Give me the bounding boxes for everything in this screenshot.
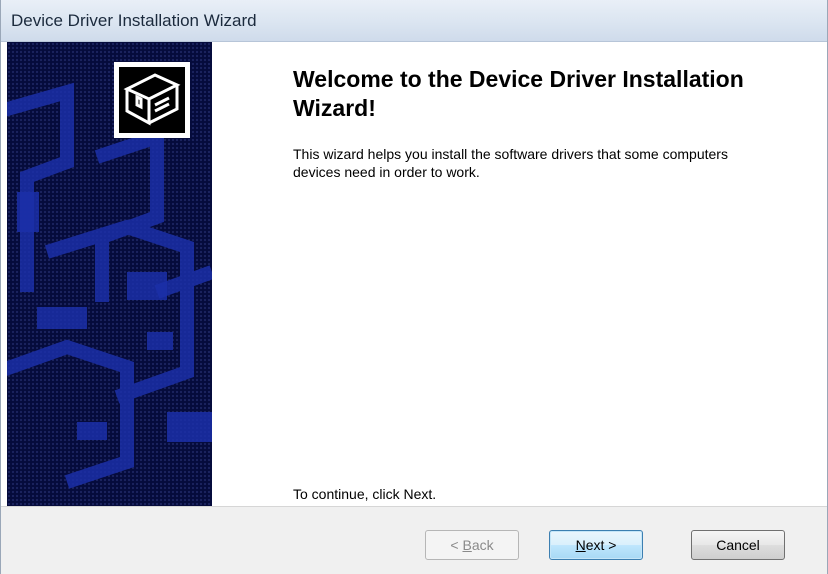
back-button-label: ack — [471, 537, 494, 553]
wizard-description: This wizard helps you install the softwa… — [293, 146, 728, 180]
next-button-mnemonic: N — [575, 537, 586, 553]
cancel-button[interactable]: Cancel — [691, 530, 785, 560]
wizard-window: Device Driver Installation Wizard Welcom… — [0, 0, 828, 574]
button-bar: < Back Next > Cancel — [1, 506, 827, 574]
hardware-device-icon — [114, 62, 190, 138]
continue-instruction: To continue, click Next. — [293, 486, 437, 502]
title-bar[interactable]: Device Driver Installation Wizard — [1, 0, 827, 42]
next-button-label: ext > — [585, 537, 617, 553]
wizard-banner — [7, 42, 212, 506]
back-button[interactable]: < Back — [425, 530, 519, 560]
hardware-device-glyph — [119, 67, 185, 133]
window-title: Device Driver Installation Wizard — [11, 11, 257, 30]
back-button-prefix: < — [450, 537, 463, 553]
page-title: Welcome to the Device Driver Installatio… — [293, 66, 744, 121]
next-button[interactable]: Next > — [549, 530, 643, 560]
back-button-mnemonic: B — [462, 537, 472, 553]
wizard-content: Welcome to the Device Driver Installatio… — [212, 42, 827, 506]
